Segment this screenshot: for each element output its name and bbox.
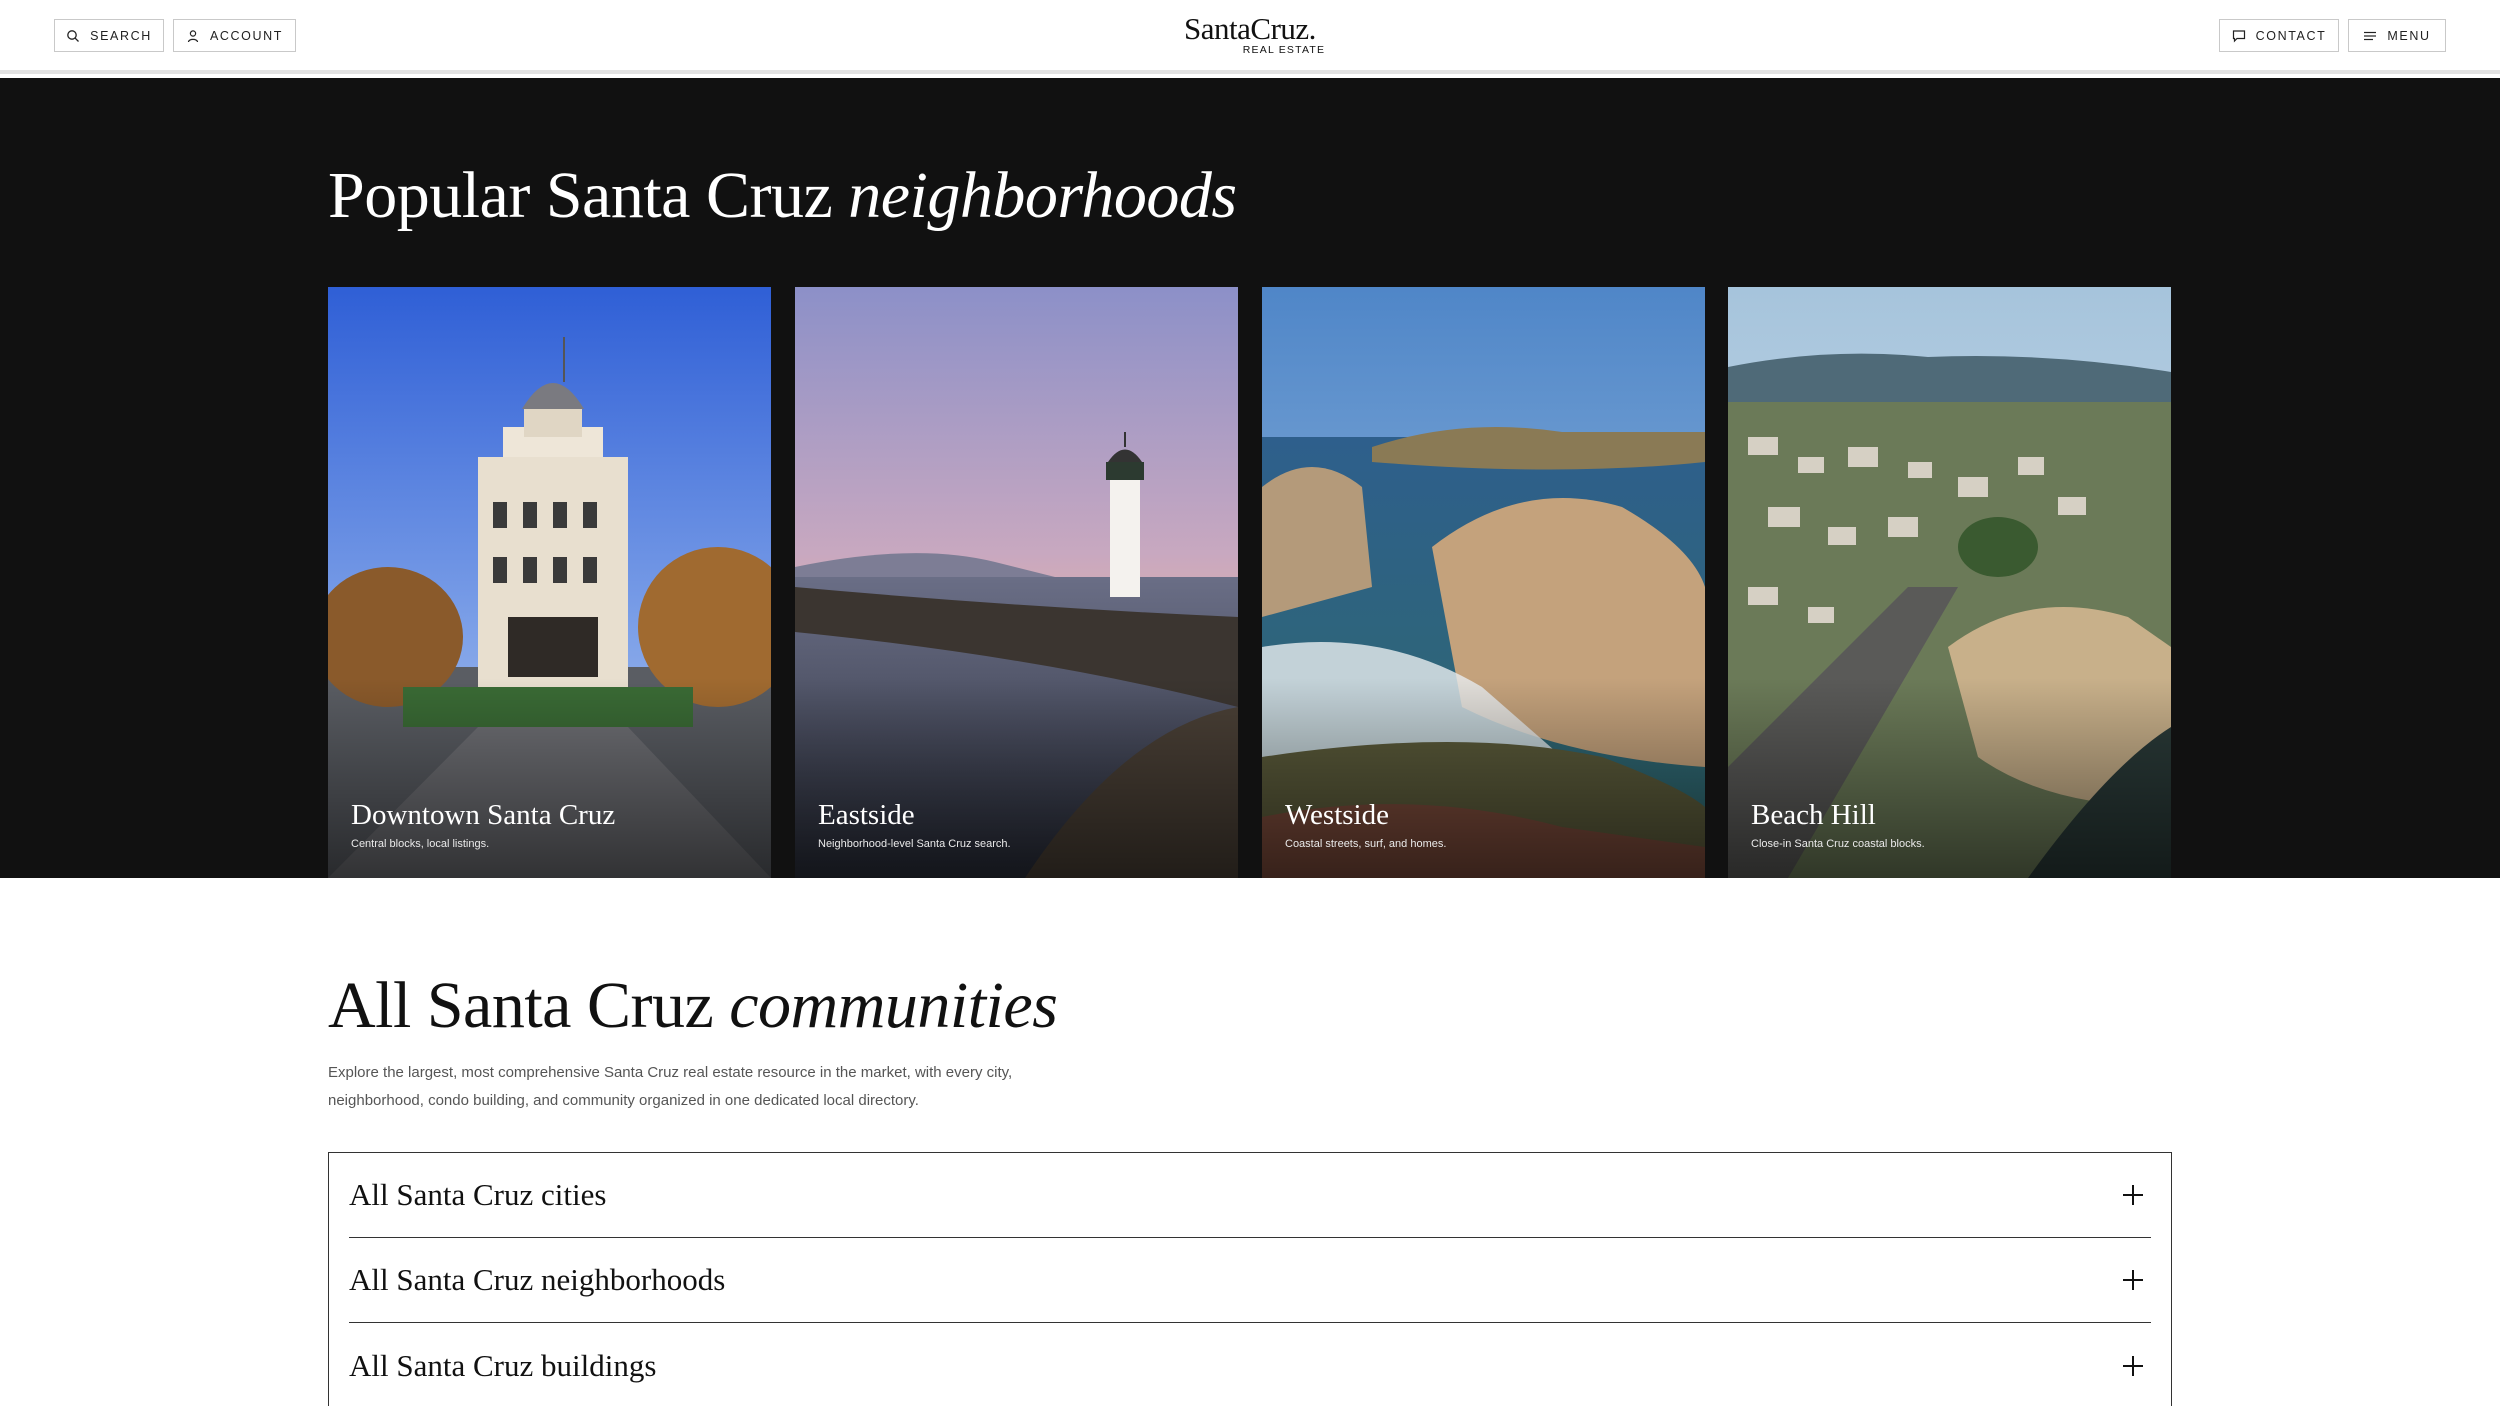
accordion-label: All Santa Cruz buildings [349, 1347, 657, 1383]
search-button[interactable]: SEARCH [54, 19, 164, 52]
popular-title-italic: neighborhoods [848, 159, 1237, 232]
popular-title: Popular Santa Cruz neighborhoods [328, 158, 1237, 234]
card-description: Close-in Santa Cruz coastal blocks. [1751, 838, 1925, 850]
chat-icon [2232, 29, 2245, 42]
communities-description: Explore the largest, most comprehensive … [328, 1064, 1013, 1109]
communities-title-italic: communities [729, 969, 1058, 1042]
popular-title-plain: Popular Santa Cruz [328, 159, 833, 232]
neighborhood-card-downtown[interactable]: Downtown Santa Cruz Central blocks, loca… [328, 287, 771, 878]
contact-label: CONTACT [2255, 28, 2327, 43]
user-icon [187, 29, 199, 42]
account-button[interactable]: ACCOUNT [173, 19, 296, 52]
card-title: Westside [1285, 799, 1389, 831]
card-description: Neighborhood-level Santa Cruz search. [818, 838, 1011, 850]
neighborhood-card-westside[interactable]: Westside Coastal streets, surf, and home… [1262, 287, 1705, 878]
neighborhood-card-beach-hill[interactable]: Beach Hill Close-in Santa Cruz coastal b… [1728, 287, 2171, 878]
search-label: SEARCH [90, 28, 152, 43]
communities-title-plain: All Santa Cruz [328, 969, 714, 1042]
accordion-label: All Santa Cruz cities [349, 1177, 607, 1212]
site-logo[interactable]: SantaCruz. REAL ESTATE [1150, 11, 1350, 56]
hamburger-icon [2364, 31, 2377, 40]
card-title: Downtown Santa Cruz [351, 799, 616, 831]
neighborhood-card-eastside[interactable]: Eastside Neighborhood-level Santa Cruz s… [795, 287, 1238, 878]
menu-label: MENU [2387, 28, 2431, 43]
plus-icon[interactable] [2121, 1183, 2145, 1207]
card-description: Central blocks, local listings. [351, 838, 490, 850]
site-header: SEARCH ACCOUNT SantaCruz. REAL ESTATE CO… [0, 0, 2500, 74]
accordion-item-neighborhoods[interactable]: All Santa Cruz neighborhoods [349, 1238, 2151, 1323]
accordion-item-cities[interactable]: All Santa Cruz cities [349, 1153, 2151, 1238]
communities-accordion: All Santa Cruz cities All Santa Cruz nei… [328, 1152, 2172, 1406]
card-title: Beach Hill [1751, 799, 1876, 831]
account-label: ACCOUNT [209, 28, 283, 43]
plus-icon[interactable] [2121, 1268, 2145, 1292]
logo-main-text: SantaCruz. [1184, 11, 1316, 46]
card-description: Coastal streets, surf, and homes. [1285, 838, 1447, 850]
card-title: Eastside [818, 799, 915, 831]
logo-sub-text: REAL ESTATE [1242, 44, 1326, 56]
search-icon [67, 29, 80, 42]
contact-button[interactable]: CONTACT [2219, 19, 2339, 52]
plus-icon[interactable] [2121, 1354, 2145, 1378]
communities-title: All Santa Cruz communities [328, 968, 1058, 1044]
accordion-item-buildings[interactable]: All Santa Cruz buildings [349, 1323, 2151, 1406]
menu-button[interactable]: MENU [2348, 19, 2446, 52]
accordion-label: All Santa Cruz neighborhoods [349, 1262, 726, 1297]
popular-neighborhoods-section: Popular Santa Cruz neighborhoods Downtow… [0, 78, 2500, 878]
